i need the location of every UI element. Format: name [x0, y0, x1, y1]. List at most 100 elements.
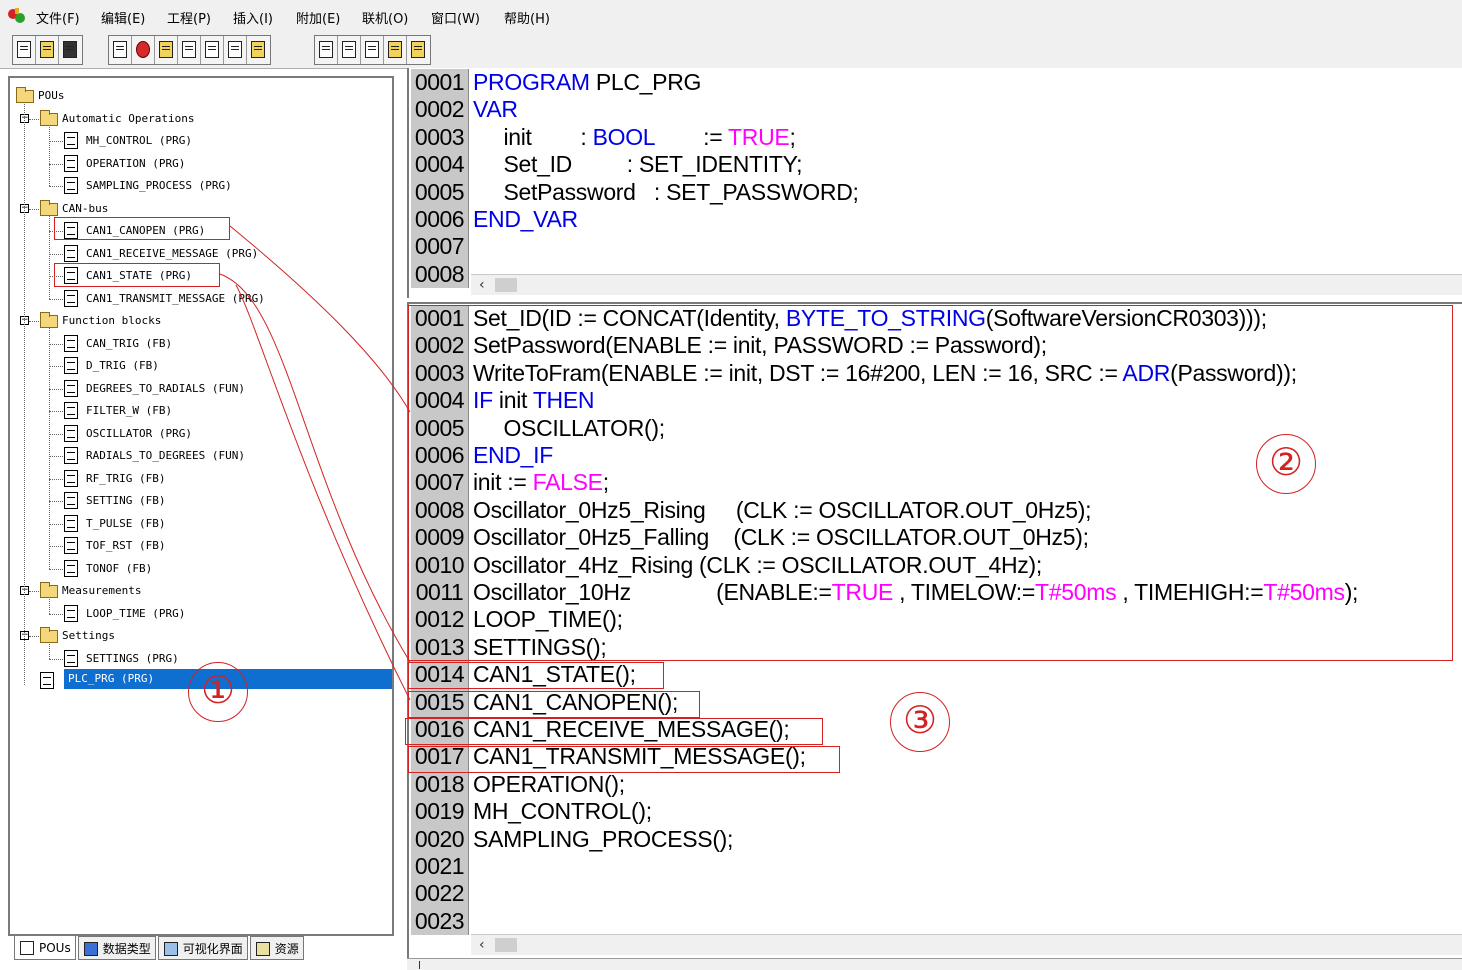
tree-label: Automatic Operations — [62, 111, 195, 125]
code-token: PLC_PRG — [589, 69, 702, 95]
menu-file[interactable]: 文件(F) — [36, 8, 80, 27]
tree-connector — [49, 214, 50, 299]
tree-label: PLC_PRG (PRG) — [68, 672, 155, 685]
menu-edit[interactable]: 编辑(E) — [101, 8, 145, 27]
tab-data-types[interactable]: 数据类型 — [77, 936, 156, 960]
menu-help[interactable]: 帮助(H) — [504, 8, 550, 27]
document-icon — [64, 492, 78, 509]
tree-connector — [49, 597, 50, 614]
code-line[interactable]: VAR — [473, 96, 518, 123]
tree-label: SETTINGS (PRG) — [86, 651, 179, 665]
object-organizer-tabs: POUs 数据类型 可视化界面 资源 — [14, 936, 306, 962]
menu-insert[interactable]: 插入(I) — [233, 8, 273, 27]
tree-label: CAN1_RECEIVE_MESSAGE (PRG) — [86, 246, 259, 260]
annotation-box-can1-state — [54, 263, 220, 287]
document-icon — [64, 424, 78, 442]
code-line[interactable]: Set_ID : SET_IDENTITY; — [473, 151, 802, 178]
scroll-left-icon[interactable]: ‹ — [479, 935, 485, 955]
code-line[interactable]: PROGRAM PLC_PRG — [473, 69, 701, 96]
menu-project[interactable]: 工程(P) — [167, 8, 211, 27]
login-icon[interactable] — [109, 36, 132, 64]
annotation-circle-1: ① — [188, 662, 248, 722]
scroll-thumb[interactable] — [495, 278, 517, 292]
tree-label: DEGREES_TO_RADIALS (FUN) — [86, 381, 245, 395]
declaration-editor[interactable]: 0001 PROGRAM PLC_PRG 0002 VAR 0003 init : BO… — [407, 68, 1462, 298]
tree-connector — [49, 388, 63, 390]
code-token: OPERATION(); — [473, 770, 625, 797]
document-icon — [64, 334, 78, 352]
keyword-token: PROGRAM — [473, 69, 590, 95]
tree-connector — [49, 546, 63, 547]
tree-connector — [49, 327, 50, 569]
tree-connector — [49, 124, 50, 186]
tree-connector — [49, 253, 63, 255]
tree-label: TONOF (FB) — [86, 561, 153, 575]
menu-bar: 文件(F) 编辑(E) 工程(P) 插入(I) 附加(E) 联机(O) 窗口(W… — [0, 0, 1462, 32]
open-icon[interactable] — [36, 36, 59, 64]
tree-connector — [49, 568, 63, 570]
document-icon — [64, 154, 78, 172]
code-token: SAMPLING_PROCESS(); — [473, 825, 734, 852]
tree-connector — [49, 343, 63, 345]
online-toolbar-group — [108, 35, 271, 65]
tab-pous[interactable]: POUs — [14, 936, 76, 960]
code-token: SetPassword : SET_PASSWORD; — [473, 178, 859, 205]
paste-icon[interactable] — [361, 36, 384, 64]
replace-icon[interactable] — [407, 36, 430, 64]
tree-connector — [49, 411, 63, 412]
code-line[interactable]: SetPassword : SET_PASSWORD; — [473, 178, 859, 206]
annotation-box-line-14 — [408, 662, 664, 689]
tree-label: RADIALS_TO_DEGREES (FUN) — [86, 449, 245, 462]
menu-window[interactable]: 窗口(W) — [431, 8, 480, 27]
run-icon[interactable] — [155, 36, 178, 64]
tree-label: SETTING (FB) — [86, 494, 166, 507]
tree-label: CAN-bus — [62, 201, 109, 215]
tree-connector — [24, 104, 25, 685]
code-token: init : — [473, 123, 593, 150]
document-icon — [64, 604, 78, 622]
code-line[interactable]: init : BOOL := TRUE; — [473, 123, 795, 151]
tab-resources[interactable]: 资源 — [249, 936, 304, 960]
scroll-thumb[interactable] — [495, 938, 517, 952]
tree-label: FILTER_W (FB) — [86, 404, 173, 417]
cut-icon[interactable] — [315, 36, 338, 64]
breakpoint-icon[interactable] — [201, 36, 224, 64]
body-hscrollbar[interactable]: ‹ — [471, 934, 1462, 955]
code-line[interactable]: END_VAR — [473, 206, 578, 233]
declaration-hscrollbar[interactable]: ‹ — [471, 274, 1462, 295]
step-icon[interactable] — [178, 36, 201, 64]
menu-extras[interactable]: 附加(E) — [296, 8, 340, 27]
tree-connector — [49, 478, 63, 480]
new-icon[interactable] — [13, 36, 36, 64]
keyword-token: BOOL — [592, 123, 655, 150]
annotation-circle-3: ③ — [890, 692, 950, 752]
stop-icon[interactable] — [132, 36, 155, 64]
tree-connector — [49, 366, 63, 367]
app-icon — [8, 8, 25, 23]
line-number: 0019 — [411, 798, 469, 826]
code-line[interactable]: OPERATION(); — [473, 771, 625, 798]
tree-connector — [29, 118, 39, 120]
tree-label: Settings — [62, 629, 115, 642]
data-types-tab-icon — [83, 942, 98, 956]
code-token: Set_ID : SET_IDENTITY; — [473, 151, 803, 178]
tree-connector — [49, 501, 63, 502]
line-number: 0008 — [411, 260, 469, 289]
save-icon[interactable] — [59, 36, 82, 64]
tree-label: LOOP_TIME (PRG) — [86, 606, 186, 620]
menu-online[interactable]: 联机(O) — [362, 8, 408, 27]
tree-label: OSCILLATOR (PRG) — [86, 426, 192, 440]
code-line[interactable]: MH_CONTROL(); — [473, 798, 652, 825]
online-icon[interactable] — [247, 36, 270, 64]
document-icon — [64, 469, 78, 487]
code-line[interactable]: SAMPLING_PROCESS(); — [473, 826, 733, 853]
scroll-left-icon[interactable]: ‹ — [479, 275, 485, 295]
copy-icon[interactable] — [338, 36, 361, 64]
tree-label: POUs — [38, 89, 65, 102]
document-icon — [64, 379, 78, 397]
download-icon[interactable] — [224, 36, 247, 64]
document-icon — [64, 649, 78, 667]
tab-visualizations[interactable]: 可视化界面 — [157, 936, 248, 960]
find-icon[interactable] — [384, 36, 407, 64]
tree-connector — [49, 163, 63, 165]
